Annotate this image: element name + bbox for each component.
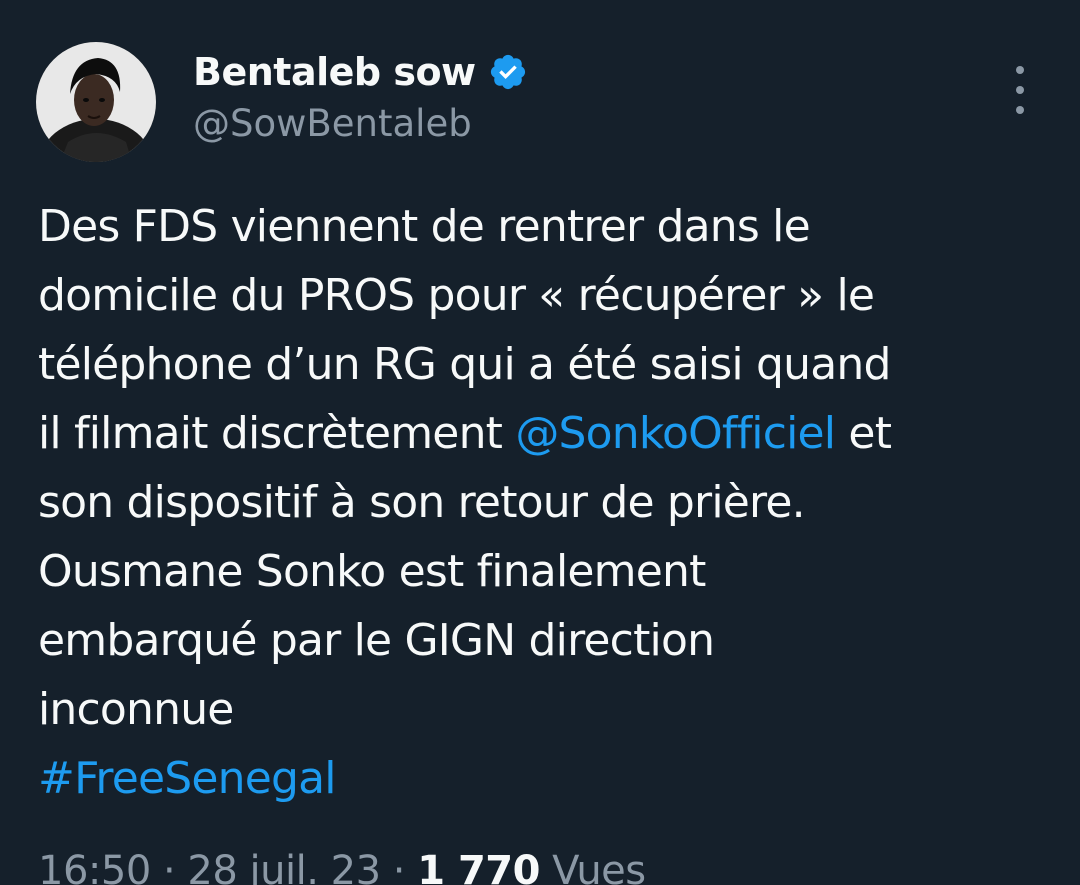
tweet-line: Ousmane Sonko est finalement: [38, 546, 706, 597]
timestamp[interactable]: 16:50 · 28 juil. 23 ·: [38, 848, 417, 885]
tweet-line: il filmait discrètement @SonkoOfficiel e…: [38, 399, 1058, 468]
views-count: 1 770: [417, 848, 540, 885]
profile-photo-icon: [36, 42, 156, 162]
tweet-line: embarqué par le GIGN direction: [38, 615, 715, 666]
tweet-text: Des FDS viennent de rentrer dans le domi…: [38, 192, 1058, 813]
tweet: Bentaleb sow @SowBentaleb Des FDS vienne…: [0, 0, 1080, 885]
more-vertical-icon[interactable]: [1004, 66, 1036, 114]
tweet-line: téléphone d’un RG qui a été saisi quand: [38, 339, 891, 390]
hashtag-link[interactable]: #FreeSenegal: [38, 744, 1058, 813]
verified-badge-icon: [488, 52, 528, 92]
author-name-row: Bentaleb sow: [193, 46, 528, 98]
dot: [1016, 106, 1024, 114]
tweet-line: inconnue: [38, 684, 234, 735]
dot: [1016, 66, 1024, 74]
views-label: Vues: [539, 848, 646, 885]
tweet-line: son dispositif à son retour de prière.: [38, 477, 806, 528]
author-display-name[interactable]: Bentaleb sow: [193, 50, 476, 94]
tweet-meta: 16:50 · 28 juil. 23 · 1 770 Vues: [38, 848, 646, 885]
tweet-text-segment: et: [835, 408, 892, 459]
tweet-text-segment: il filmait discrètement: [38, 408, 516, 459]
tweet-line: domicile du PROS pour « récupérer » le: [38, 270, 875, 321]
avatar[interactable]: [36, 42, 156, 162]
tweet-line: Des FDS viennent de rentrer dans le: [38, 201, 811, 252]
dot: [1016, 86, 1024, 94]
mention-link[interactable]: @SonkoOfficiel: [515, 408, 836, 459]
author-handle[interactable]: @SowBentaleb: [193, 102, 472, 145]
